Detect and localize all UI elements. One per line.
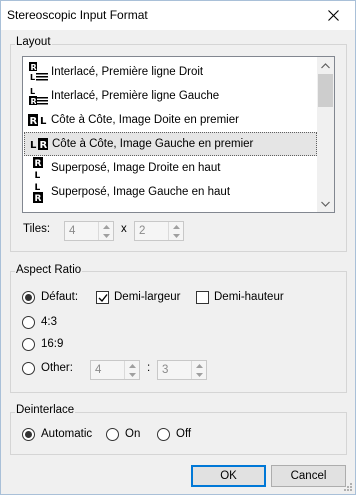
scroll-thumb[interactable] [318, 74, 333, 107]
svg-text:R: R [35, 194, 42, 203]
side-by-side-right-first-icon: R L [27, 109, 49, 131]
ratio-4-3-label: 4:3 [41, 316, 57, 328]
svg-text:L: L [35, 171, 41, 179]
half-width-checkbox[interactable] [96, 291, 109, 304]
interlace-left-first-icon: L R [27, 85, 49, 107]
listbox-scrollbar[interactable] [317, 57, 334, 212]
top-bottom-left-top-icon: L R [27, 181, 49, 204]
spin-down-icon[interactable] [192, 370, 206, 379]
other-width-spinner[interactable]: 4 [90, 360, 140, 380]
half-height-checkbox[interactable] [196, 291, 209, 304]
svg-text:L: L [30, 140, 37, 151]
window-title: Stereoscopic Input Format [7, 8, 148, 22]
half-height-label: Demi-hauteur [214, 291, 284, 303]
dialog-window: Stereoscopic Input Format Layout R L Int… [0, 0, 356, 495]
deinterlace-on-radio[interactable] [106, 428, 119, 441]
layout-item-label: Superposé, Image Gauche en haut [51, 186, 231, 198]
scroll-up-button[interactable] [317, 57, 334, 74]
layout-item-tb-right[interactable]: R L Superposé, Image Droite en haut [24, 156, 317, 181]
spin-down-icon[interactable] [99, 231, 113, 240]
layout-item-label: Superposé, Image Droite en haut [51, 162, 221, 174]
svg-text:L: L [30, 73, 35, 82]
top-bottom-right-top-icon: R L [27, 157, 49, 181]
aspect-ratio-group-label: Aspect Ratio [15, 264, 83, 276]
ratio-16-9-label: 16:9 [41, 338, 64, 350]
ok-button[interactable]: OK [191, 465, 266, 487]
deinterlace-automatic-label: Automatic [41, 428, 93, 440]
svg-text:R: R [40, 140, 48, 151]
deinterlace-automatic-radio[interactable] [22, 428, 35, 441]
layout-item-label: Côte à Côte, Image Doite en premier [51, 114, 239, 126]
svg-text:R: R [31, 63, 37, 72]
spin-down-icon[interactable] [125, 370, 139, 379]
ratio-4-3-radio[interactable] [22, 316, 35, 329]
ratio-other-radio[interactable] [22, 362, 35, 375]
deinterlace-group-label: Deinterlace [15, 404, 76, 416]
checkmark-icon [98, 294, 108, 303]
layout-item-interlace-right[interactable]: R L Interlacé, Première ligne Droit [24, 60, 317, 84]
layout-item-tb-left[interactable]: L R Superposé, Image Gauche en haut [24, 180, 317, 204]
tiles-y-value: 2 [139, 225, 146, 237]
spin-up-icon[interactable] [192, 361, 206, 370]
resize-grip-icon[interactable] [343, 482, 353, 492]
default-label: Défaut: [41, 291, 79, 303]
svg-text:L: L [40, 116, 47, 127]
other-separator: : [147, 362, 151, 374]
title-bar: Stereoscopic Input Format [1, 1, 355, 30]
spin-up-icon[interactable] [125, 361, 139, 370]
layout-item-sbs-right[interactable]: R L Côte à Côte, Image Doite en premier [24, 108, 317, 132]
close-button[interactable] [311, 1, 355, 30]
layout-item-label: Interlacé, Première ligne Gauche [51, 90, 220, 102]
spin-up-icon[interactable] [169, 222, 183, 231]
other-width-value: 4 [95, 364, 102, 376]
spin-up-icon[interactable] [99, 222, 113, 231]
ratio-other-label: Other: [41, 362, 73, 374]
svg-text:L: L [30, 87, 35, 96]
half-width-label: Demi-largeur [114, 291, 181, 303]
svg-text:L: L [35, 183, 41, 193]
tiles-x-value: 4 [69, 225, 76, 237]
deinterlace-off-label: Off [176, 428, 192, 440]
layout-listbox[interactable]: R L Interlacé, Première ligne Droit L R … [22, 56, 335, 213]
svg-text:R: R [31, 97, 37, 106]
layout-item-interlace-left[interactable]: L R Interlacé, Première ligne Gauche [24, 84, 317, 108]
tiles-y-spinner[interactable]: 2 [134, 221, 184, 241]
deinterlace-on-label: On [125, 428, 141, 440]
chevron-up-icon [321, 62, 330, 68]
deinterlace-off-radio[interactable] [157, 428, 170, 441]
ratio-16-9-radio[interactable] [22, 338, 35, 351]
svg-text:R: R [30, 116, 38, 127]
side-by-side-left-first-icon: L R [28, 133, 50, 155]
svg-text:R: R [35, 159, 42, 169]
layout-item-sbs-left[interactable]: L R Côte à Côte, Image Gauche en premier [24, 132, 317, 156]
scroll-down-button[interactable] [317, 195, 334, 212]
tiles-label: Tiles: [23, 223, 51, 235]
other-height-spinner[interactable]: 3 [157, 360, 207, 380]
layout-group-label: Layout [15, 36, 52, 48]
layout-item-label: Côte à Côte, Image Gauche en premier [52, 138, 254, 150]
default-radio[interactable] [22, 291, 35, 304]
tiles-separator: x [121, 223, 127, 235]
close-icon [327, 10, 339, 21]
tiles-x-spinner[interactable]: 4 [64, 221, 114, 241]
spin-down-icon[interactable] [169, 231, 183, 240]
chevron-down-icon [321, 201, 330, 207]
cancel-button[interactable]: Cancel [271, 465, 346, 487]
other-height-value: 3 [162, 364, 169, 376]
layout-item-label: Interlacé, Première ligne Droit [51, 66, 204, 78]
interlace-right-first-icon: R L [27, 61, 49, 83]
